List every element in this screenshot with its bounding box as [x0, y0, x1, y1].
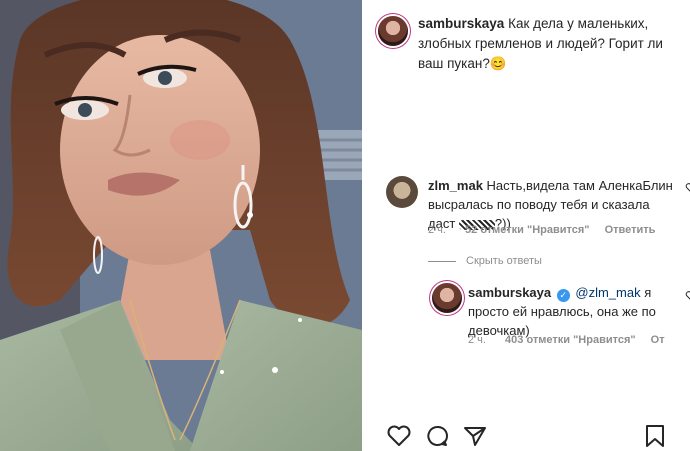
comment-like-heart-icon[interactable]: [685, 182, 690, 194]
reply-likes[interactable]: 403 отметки "Нравится": [505, 334, 636, 346]
comment-avatar[interactable]: [386, 176, 418, 208]
comment-meta: 2 ч. 52 отметки "Нравится" Ответить: [428, 224, 688, 236]
reply-meta: 2 ч. 403 отметки "Нравится" От: [468, 334, 690, 346]
comment-time: 2 ч.: [428, 224, 446, 236]
reply-mention[interactable]: @zlm_mak: [575, 285, 640, 300]
heart-icon[interactable]: [386, 424, 412, 448]
caption-emoji: 😊: [489, 56, 507, 71]
portrait-image: [0, 0, 362, 451]
comment-username[interactable]: zlm_mak: [428, 178, 483, 193]
comment-likes[interactable]: 52 отметки "Нравится": [465, 224, 589, 236]
author-username[interactable]: samburskaya: [418, 16, 504, 31]
author-avatar[interactable]: [378, 16, 408, 46]
hide-replies-button[interactable]: Скрыть ответы: [466, 255, 542, 267]
bookmark-icon[interactable]: [644, 424, 666, 448]
reply-body: samburskaya ✓ @zlm_mak я просто ей нравл…: [468, 283, 683, 340]
reply-username[interactable]: samburskaya: [468, 285, 551, 300]
comment-icon[interactable]: [424, 424, 450, 448]
reply-avatar[interactable]: [432, 283, 462, 313]
verified-icon: ✓: [556, 289, 570, 302]
post-caption: samburskaya Как дела у маленьких, злобны…: [418, 14, 690, 74]
comment-reply-button[interactable]: Ответить: [605, 224, 656, 236]
reply-like-heart-icon[interactable]: [685, 290, 690, 302]
reply-reply-button[interactable]: От: [651, 334, 665, 346]
hide-replies-divider: [428, 261, 456, 262]
post-side-panel: samburskaya Как дела у маленьких, злобны…: [362, 0, 690, 451]
reply-time: 2 ч.: [468, 334, 486, 346]
share-icon[interactable]: [462, 424, 488, 448]
post-photo[interactable]: [0, 0, 362, 451]
action-bar: [362, 420, 690, 451]
